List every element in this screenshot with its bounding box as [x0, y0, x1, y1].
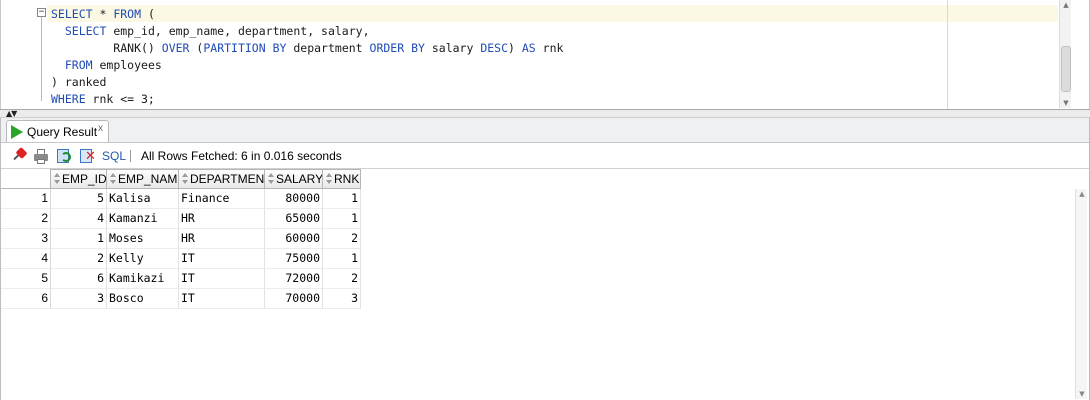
cell-department[interactable]: IT: [179, 249, 265, 269]
grid-scrollbar[interactable]: ▲ ▼: [1075, 189, 1087, 399]
column-label: EMP_ID: [62, 172, 107, 186]
cell-emp-name[interactable]: Kalisa: [107, 189, 179, 209]
cancel-query-icon[interactable]: ✕: [79, 148, 96, 164]
column-header-salary[interactable]: SALARY: [265, 169, 323, 189]
column-header-department[interactable]: DEPARTMENT: [179, 169, 265, 189]
table-row[interactable]: 5 6 Kamikazi IT 72000 2: [1, 269, 363, 289]
fold-guide: [41, 17, 42, 101]
column-header-emp-name[interactable]: EMP_NAME: [107, 169, 179, 189]
column-label: RNK: [334, 172, 360, 186]
code-line: ) ranked: [51, 75, 107, 89]
code-line: RANK() OVER (PARTITION BY department ORD…: [51, 41, 564, 55]
row-number[interactable]: 1: [1, 189, 51, 209]
cell-department[interactable]: IT: [179, 289, 265, 309]
row-number[interactable]: 3: [1, 229, 51, 249]
cell-emp-name[interactable]: Kamikazi: [107, 269, 179, 289]
cell-department[interactable]: IT: [179, 269, 265, 289]
grid-scroll-up-icon[interactable]: ▲: [1076, 189, 1088, 199]
cell-emp-name[interactable]: Bosco: [107, 289, 179, 309]
sql-editor[interactable]: − SELECT * FROM ( SELECT emp_id, emp_nam…: [0, 0, 1090, 110]
sort-icon[interactable]: [110, 173, 116, 185]
editor-scroll-thumb[interactable]: [1061, 46, 1071, 92]
pin-icon[interactable]: [11, 146, 28, 164]
fetch-status: All Rows Fetched: 6 in 0.016 seconds: [141, 149, 342, 163]
column-label: SALARY: [276, 172, 323, 186]
cell-rnk[interactable]: 1: [323, 209, 361, 229]
cell-emp-name[interactable]: Kamanzi: [107, 209, 179, 229]
cell-rnk[interactable]: 1: [323, 189, 361, 209]
column-label: EMP_NAME: [118, 172, 179, 186]
grid-scroll-down-icon[interactable]: ▼: [1076, 389, 1088, 399]
close-tab-icon[interactable]: x: [98, 123, 103, 134]
cell-salary[interactable]: 75000: [265, 249, 323, 269]
cell-salary[interactable]: 70000: [265, 289, 323, 309]
row-number[interactable]: 5: [1, 269, 51, 289]
code-line: SELECT * FROM (: [51, 7, 155, 21]
cell-rnk[interactable]: 3: [323, 289, 361, 309]
results-toolbar: ✕ SQL All Rows Fetched: 6 in 0.016 secon…: [1, 142, 1089, 168]
code-line: SELECT emp_id, emp_name, department, sal…: [64, 24, 370, 38]
row-number[interactable]: 4: [1, 249, 51, 269]
results-tabstrip: Query Result x: [1, 118, 1089, 142]
cell-emp-name[interactable]: Moses: [107, 229, 179, 249]
grid-header: EMP_ID EMP_NAME DEPARTMENT SALARY RNK: [1, 169, 1089, 189]
cell-department[interactable]: Finance: [179, 189, 265, 209]
cell-emp-name[interactable]: Kelly: [107, 249, 179, 269]
code-line: FROM employees: [64, 58, 162, 72]
cell-salary[interactable]: 80000: [265, 189, 323, 209]
cell-emp-id[interactable]: 1: [51, 229, 107, 249]
column-header-emp-id[interactable]: EMP_ID: [51, 169, 107, 189]
cell-emp-id[interactable]: 2: [51, 249, 107, 269]
cell-emp-id[interactable]: 5: [51, 189, 107, 209]
splitter-arrows-icon[interactable]: ▲▼: [6, 109, 17, 118]
row-number[interactable]: 2: [1, 209, 51, 229]
row-number[interactable]: 6: [1, 289, 51, 309]
cell-rnk[interactable]: 1: [323, 249, 361, 269]
table-row[interactable]: 1 5 Kalisa Finance 80000 1: [1, 189, 363, 209]
results-grid[interactable]: EMP_ID EMP_NAME DEPARTMENT SALARY RNK 1 5 Kali…: [1, 168, 1089, 400]
sql-code[interactable]: SELECT * FROM ( SELECT emp_id, emp_name,…: [51, 6, 563, 108]
right-margin-guide: [947, 0, 948, 110]
sql-link[interactable]: SQL: [102, 149, 126, 163]
fold-toggle-icon[interactable]: −: [37, 8, 46, 17]
cell-salary[interactable]: 72000: [265, 269, 323, 289]
tab-query-result[interactable]: Query Result x: [6, 120, 109, 142]
editor-scrollbar[interactable]: ▲ ▼: [1059, 0, 1071, 108]
cell-rnk[interactable]: 2: [323, 229, 361, 249]
refresh-icon[interactable]: [56, 148, 72, 164]
cell-emp-id[interactable]: 4: [51, 209, 107, 229]
cell-rnk[interactable]: 2: [323, 269, 361, 289]
cell-salary[interactable]: 65000: [265, 209, 323, 229]
print-icon[interactable]: [33, 148, 49, 164]
column-header-rnk[interactable]: RNK: [323, 169, 361, 189]
table-row[interactable]: 4 2 Kelly IT 75000 1: [1, 249, 363, 269]
scroll-down-icon[interactable]: ▼: [1060, 98, 1072, 108]
cell-department[interactable]: HR: [179, 209, 265, 229]
toolbar-separator: [130, 150, 131, 162]
cell-emp-id[interactable]: 3: [51, 289, 107, 309]
sort-icon[interactable]: [54, 173, 60, 185]
table-row[interactable]: 3 1 Moses HR 60000 2: [1, 229, 363, 249]
sort-icon[interactable]: [268, 173, 274, 185]
sort-icon[interactable]: [326, 173, 332, 185]
code-line: WHERE rnk <= 3;: [51, 92, 155, 106]
cell-emp-id[interactable]: 6: [51, 269, 107, 289]
grid-corner: [1, 169, 51, 189]
table-row[interactable]: 2 4 Kamanzi HR 65000 1: [1, 209, 363, 229]
run-icon: [11, 125, 23, 139]
results-panel: Query Result x ✕ SQL All Rows Fetched: 6…: [0, 118, 1090, 400]
sort-icon[interactable]: [182, 173, 188, 185]
cell-salary[interactable]: 60000: [265, 229, 323, 249]
table-row[interactable]: 6 3 Bosco IT 70000 3: [1, 289, 363, 309]
cell-department[interactable]: HR: [179, 229, 265, 249]
column-label: DEPARTMENT: [190, 172, 265, 186]
pane-splitter[interactable]: ▲▼: [0, 109, 1090, 118]
editor-gutter: [2, 0, 34, 110]
scroll-up-icon[interactable]: ▲: [1060, 0, 1072, 10]
tab-label: Query Result: [27, 125, 98, 139]
